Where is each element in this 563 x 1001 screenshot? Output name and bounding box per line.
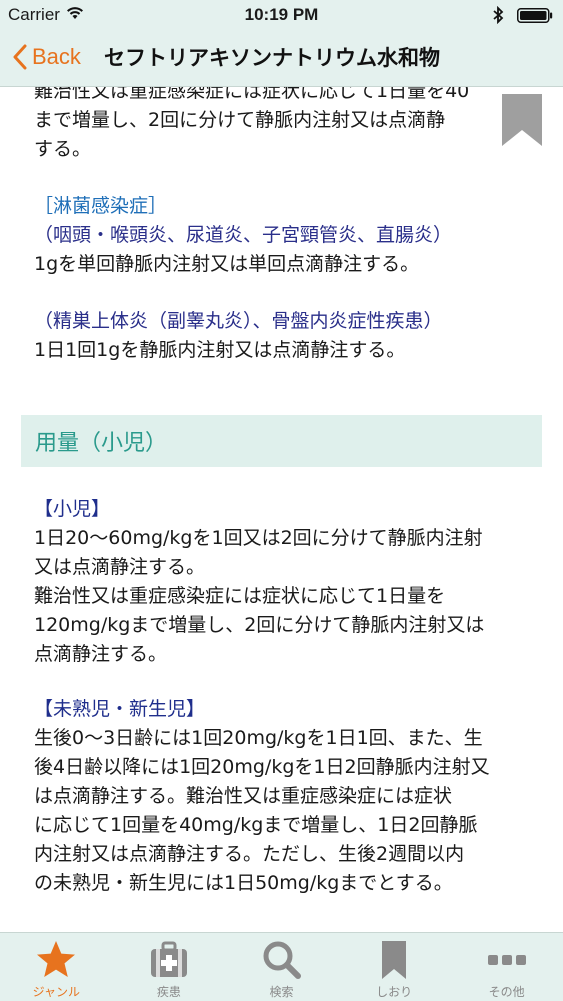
tab-search[interactable]: 検索 xyxy=(225,933,338,1001)
subsection-heading-child: 【小児】 xyxy=(34,498,111,520)
section-header-pediatric-dosage: 用量（小児） xyxy=(21,415,542,467)
back-button[interactable]: Back xyxy=(12,40,81,74)
chevron-left-icon xyxy=(13,44,27,70)
text-line: に応じて1回量を40mg/kgまで増量し、1日2回静脈 xyxy=(34,814,478,836)
text-line: 生後0〜3日齢には1回20mg/kgを1日1回、また、生 xyxy=(34,727,483,749)
text-line: 1日20〜60mg/kgを1回又は2回に分けて静脈内注射 xyxy=(34,527,483,549)
text-line: まで増量し、2回に分けて静脈内注射又は点滴静 xyxy=(34,109,446,131)
page-title: セフトリアキソンナトリウム水和物 xyxy=(104,46,440,70)
tab-other[interactable]: その他 xyxy=(450,933,563,1001)
more-icon xyxy=(487,955,526,965)
bookmark-icon xyxy=(382,941,407,979)
search-icon xyxy=(263,941,302,979)
text-line: する。 xyxy=(34,138,92,160)
text-line: 後4日齢以降には1回20mg/kgを1日2回静脈内注射又 xyxy=(34,756,490,778)
tab-label: その他 xyxy=(488,985,525,999)
text-line: の未熟児・新生児には1日50mg/kgまでとする。 xyxy=(34,872,453,894)
text-line: は点滴静注する。難治性又は重症感染症には症状 xyxy=(34,785,453,807)
subsection-heading-gonorrhea: ［淋菌感染症］ xyxy=(34,195,168,217)
battery-icon xyxy=(517,8,553,23)
condition-label: （精巣上体炎（副睾丸炎）、骨盤内炎症性疾患） xyxy=(34,310,443,332)
status-time: 10:19 PM xyxy=(244,5,319,24)
text-line: 又は点滴静注する。 xyxy=(34,556,206,578)
back-label: Back xyxy=(32,44,81,69)
medical-kit-icon xyxy=(150,941,187,977)
section-title: 用量（小児） xyxy=(35,431,168,456)
dose-text: 1日1回1gを静脈内注射又は点滴静注する。 xyxy=(34,339,406,361)
navigation-bar: Back セフトリアキソンナトリウム水和物 xyxy=(0,30,563,87)
tab-genre[interactable]: ジャンル xyxy=(0,933,113,1001)
bookmark-add-button[interactable] xyxy=(500,92,544,148)
tab-bar: ジャンル 疾患 検索 しおり その他 xyxy=(0,932,563,1001)
condition-label: （咽頭・喉頭炎、尿道炎、子宮頸管炎、直腸炎） xyxy=(34,224,453,246)
text-line: 内注射又は点滴静注する。ただし、生後2週間以内 xyxy=(34,843,465,865)
tab-disease[interactable]: 疾患 xyxy=(113,933,226,1001)
text-line: 120mg/kgまで増量し、2回に分けて静脈内注射又は xyxy=(34,614,485,636)
subsection-heading-neonate: 【未熟児・新生児】 xyxy=(34,698,206,720)
dose-text: 1gを単回静脈内注射又は単回点滴静注する。 xyxy=(34,253,420,275)
tab-label: 疾患 xyxy=(156,985,181,999)
tab-bookmarks[interactable]: しおり xyxy=(338,933,451,1001)
clipped-text-line: 難治性又は重症感染症には症状に応じて1日量を40 xyxy=(34,87,470,102)
bluetooth-icon xyxy=(493,6,504,24)
tab-label: ジャンル xyxy=(32,985,80,999)
text-line: 難治性又は重症感染症には症状に応じて1日量を xyxy=(34,585,446,607)
drug-detail-content[interactable]: 難治性又は重症感染症には症状に応じて1日量を40 まで増量し、2回に分けて静脈内… xyxy=(0,87,563,932)
tab-label: 検索 xyxy=(269,985,294,999)
status-bar: Carrier 10:19 PM xyxy=(0,0,563,30)
star-icon xyxy=(37,941,76,977)
text-line: 点滴静注する。 xyxy=(34,643,168,665)
tab-label: しおり xyxy=(376,985,413,999)
